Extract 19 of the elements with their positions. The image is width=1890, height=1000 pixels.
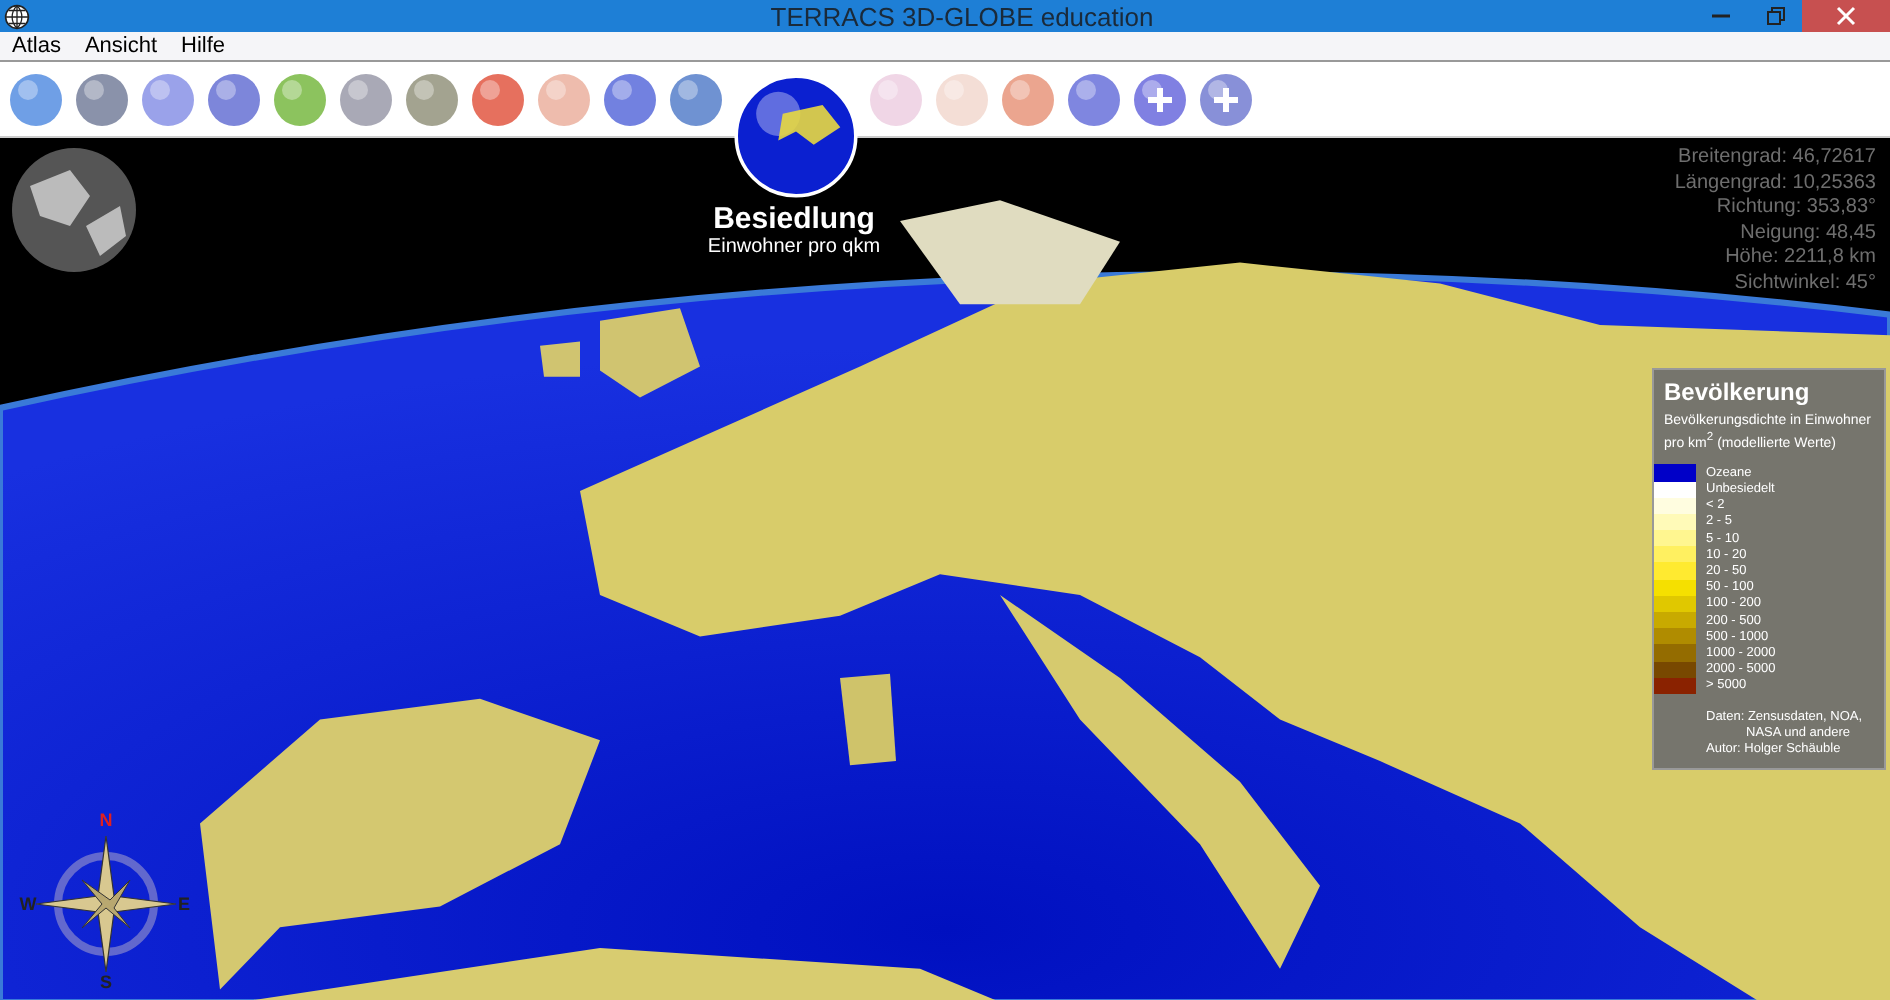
position-readout: Neigung: 48,45 [1740, 221, 1876, 246]
position-readout: Höhe: 2211,8 km [1725, 246, 1876, 271]
small-globe-icon[interactable] [10, 146, 138, 274]
close-icon [1836, 6, 1856, 26]
position-readout: Breitengrad: 46,72617 [1678, 146, 1876, 171]
menu-item[interactable]: Hilfe [173, 34, 234, 58]
minimize-icon [1712, 14, 1730, 18]
legend-title: Bevölkerung [1662, 378, 1812, 406]
window-title: TERRACS 3D-GLOBE education [768, 1, 1156, 31]
close-button[interactable] [1802, 0, 1890, 32]
layer-title: Besiedlung [713, 202, 875, 236]
menu-item[interactable]: Atlas [4, 34, 69, 58]
menu-item[interactable]: Ansicht [76, 34, 166, 58]
island-area [840, 673, 896, 766]
position-readout: Sichtwinkel: 45° [1734, 271, 1876, 296]
position-readout: Richtung: 353,83° [1716, 196, 1876, 221]
restore-icon [1765, 6, 1785, 26]
layer-subtitle: Einwohner pro qkm [707, 236, 881, 258]
position-readout: Längengrad: 10,25363 [1674, 171, 1876, 196]
